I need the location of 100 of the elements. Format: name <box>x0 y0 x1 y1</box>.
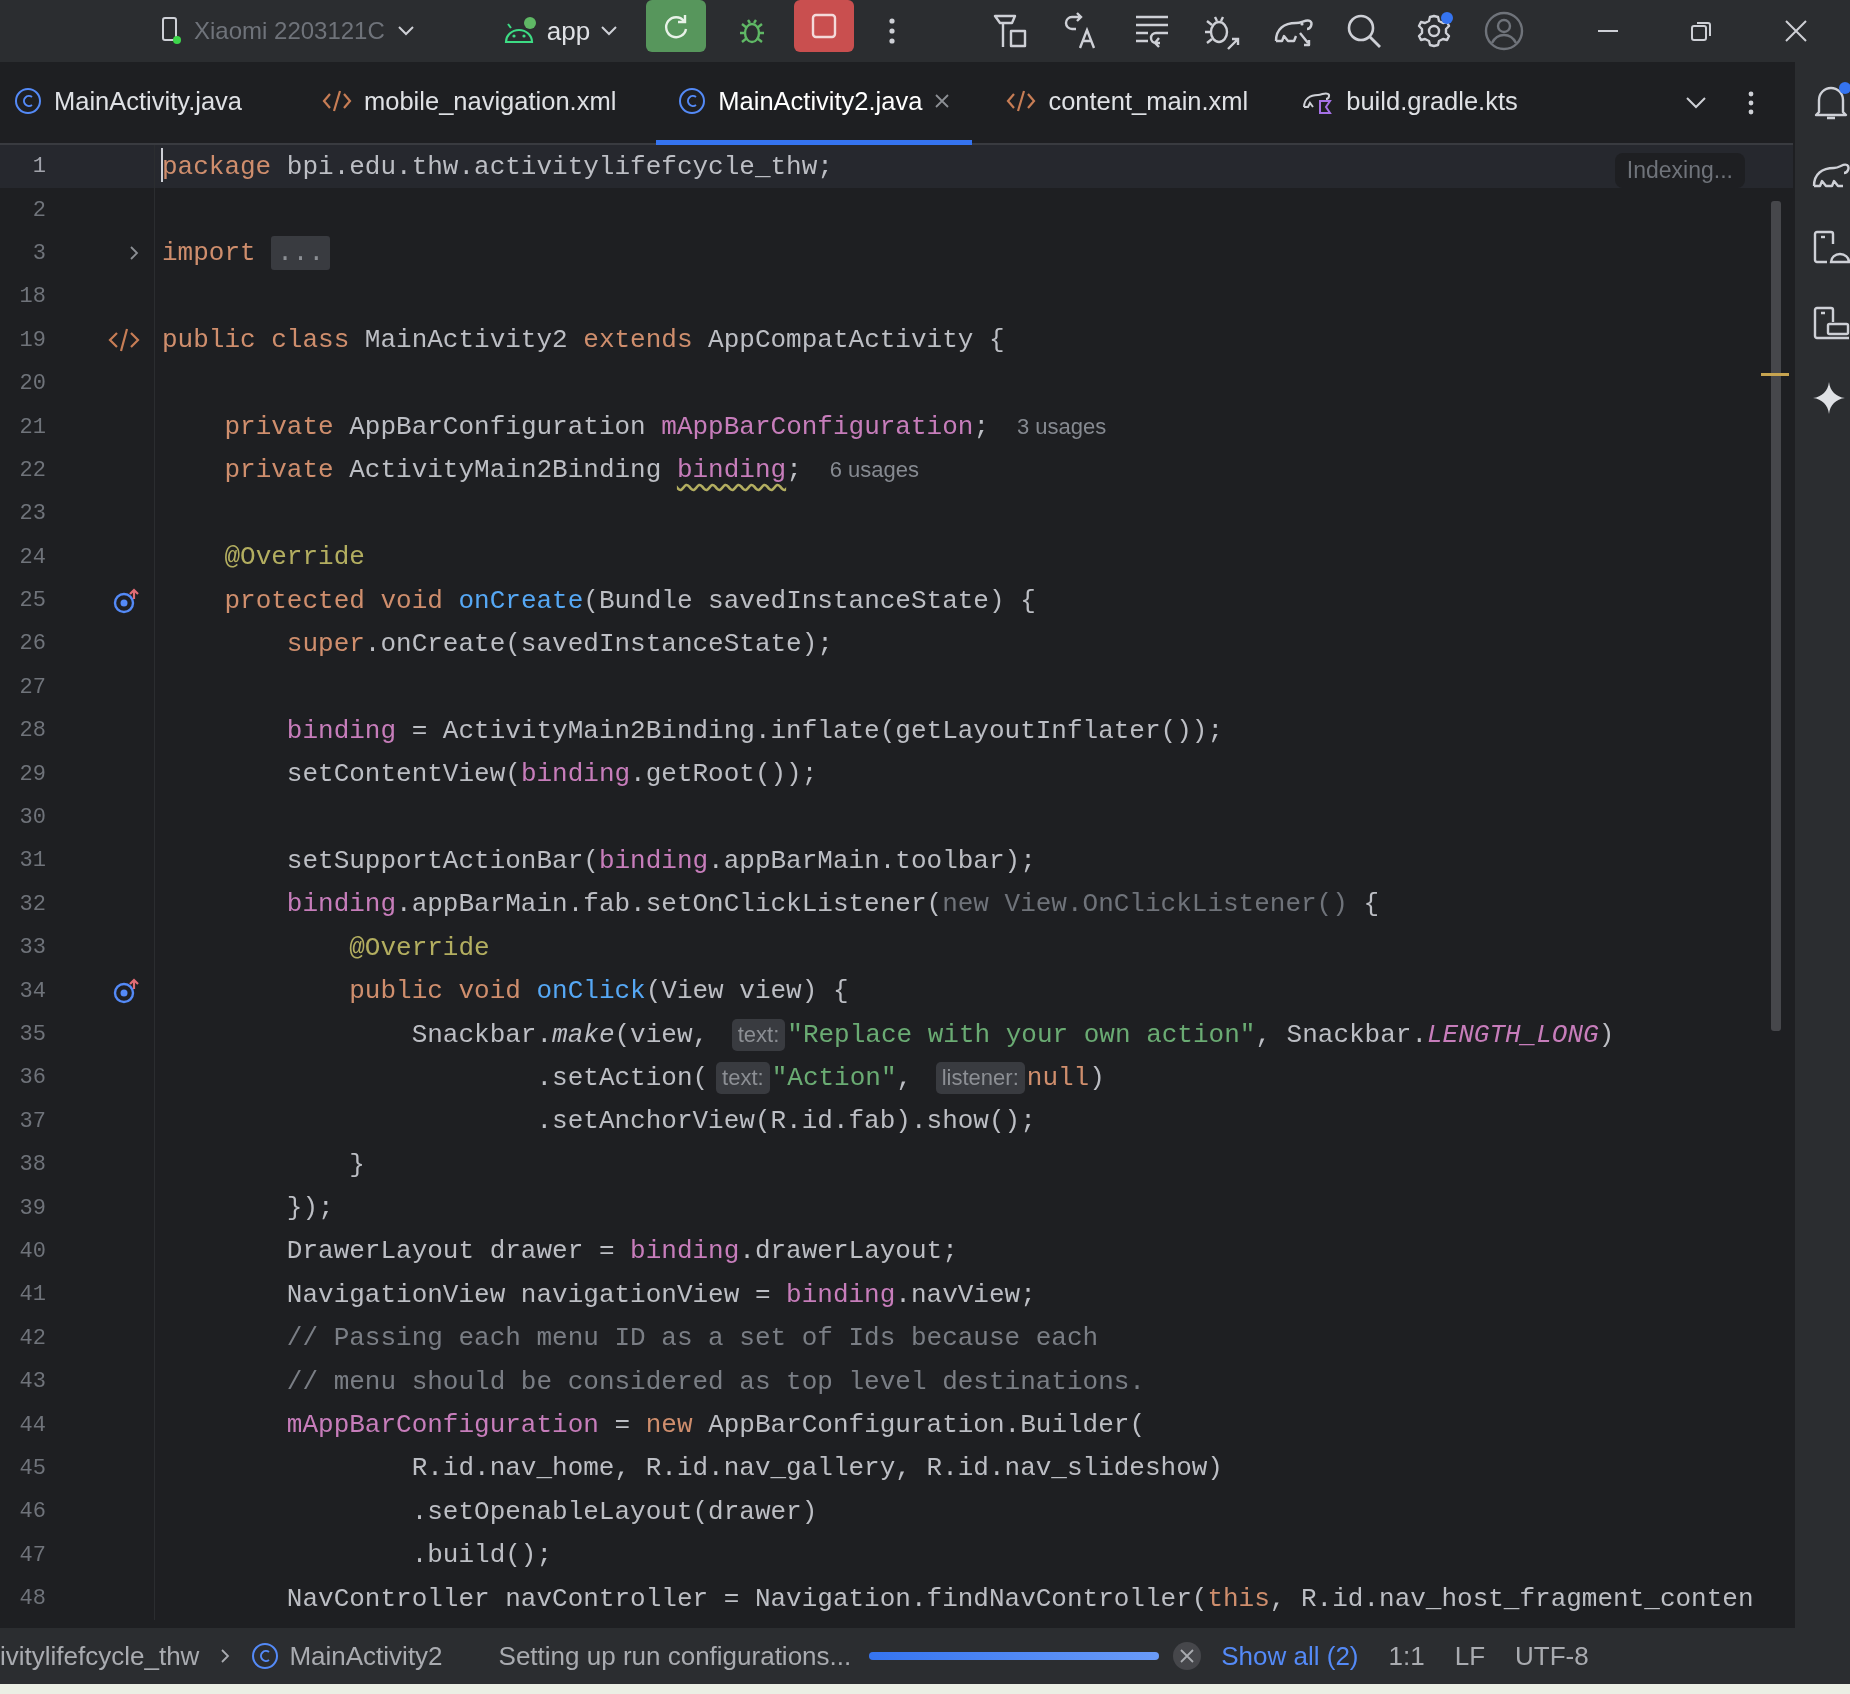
line-number: 28 <box>18 718 46 744</box>
line-number: 20 <box>18 371 46 397</box>
code-line: package bpi.edu.thw.activitylifefcycle_thw; <box>162 151 833 182</box>
code-line: private ActivityMain2Binding binding; <box>224 455 802 486</box>
scrollbar-thumb[interactable] <box>1771 201 1781 1031</box>
editor-tab[interactable]: MainActivity.java <box>0 62 282 145</box>
show-all-link[interactable]: Show all (2) <box>1221 1640 1359 1672</box>
line-number: 43 <box>18 1369 46 1395</box>
code-line: import <box>162 238 257 269</box>
stop-button[interactable] <box>794 0 855 52</box>
line-number: 35 <box>18 1022 46 1047</box>
text-cursor <box>161 147 163 182</box>
class-icon <box>14 87 42 115</box>
line-separator[interactable]: LF <box>1454 1640 1485 1672</box>
more-icon[interactable] <box>1747 89 1755 116</box>
line-number: 42 <box>18 1325 46 1351</box>
line-number: 34 <box>18 978 46 1004</box>
code-line: private AppBarConfiguration mAppBarConfiguration; <box>224 412 989 443</box>
line-number: 47 <box>18 1542 46 1568</box>
folded-code[interactable]: ... <box>271 236 331 271</box>
line-number: 2 <box>31 197 46 223</box>
code-line: NavController navController = Navigation.findNavController(this, R.id.nav_host_fragment_conten <box>286 1583 1754 1614</box>
code-line: mAppBarConfiguration = new AppBarConfiguration.Builder( <box>286 1410 1145 1440</box>
cancel-button[interactable] <box>1173 1642 1202 1670</box>
line-number: 26 <box>18 631 46 657</box>
override-icon[interactable] <box>112 977 140 1006</box>
usages-link[interactable]: 3 usages <box>1017 414 1107 441</box>
line-number: 31 <box>18 848 46 874</box>
code-line: .setAnchorView(R.id.fab).show(); <box>536 1106 1036 1137</box>
line-number: 29 <box>18 761 46 787</box>
chevron-down-icon[interactable] <box>1685 95 1707 110</box>
line-number: 32 <box>18 891 46 917</box>
indexing-label: Indexing... <box>1614 153 1745 188</box>
code-icon[interactable] <box>108 327 140 354</box>
line-number: 3 <box>31 240 46 266</box>
parameter-hint: text: <box>716 1061 770 1094</box>
code-line: setContentView(binding.getRoot()); <box>286 759 818 790</box>
code-line: null) <box>1026 1062 1105 1093</box>
code-line: // Passing each menu ID as a set of Ids because each <box>286 1323 1099 1354</box>
line-number: 39 <box>18 1195 46 1221</box>
code-line: setSupportActionBar(binding.appBarMain.toolbar); <box>286 845 1036 876</box>
run-configuration-selector[interactable]: app <box>546 15 591 47</box>
line-number: 40 <box>18 1238 46 1264</box>
code-icon <box>322 89 352 113</box>
minimize-icon[interactable] <box>1596 29 1621 33</box>
chevron-down-icon[interactable] <box>600 25 619 37</box>
phone-icon[interactable] <box>160 16 182 46</box>
editor-tab[interactable]: build.gradle.kts <box>1288 62 1558 145</box>
code-line: public void onClick(View view) { <box>349 976 849 1007</box>
line-number: 44 <box>18 1412 46 1438</box>
line-number: 18 <box>18 284 46 310</box>
code-line: } <box>349 1149 365 1180</box>
code-line: .setAction( <box>536 1062 709 1093</box>
class-icon <box>251 1642 280 1670</box>
code-line: public class MainActivity2 extends AppCompatActivity { <box>162 325 1005 356</box>
line-number: 45 <box>18 1455 46 1481</box>
stop-icon <box>810 12 839 40</box>
code-line: Snackbar.make(view, <box>411 1019 710 1050</box>
breadcrumb-item[interactable]: ivitylifefcycle_thw <box>0 1640 200 1672</box>
line-number: 19 <box>18 327 46 353</box>
line-number: 37 <box>18 1108 46 1134</box>
more-icon[interactable] <box>888 17 897 45</box>
line-number: 24 <box>18 544 46 570</box>
code-line: "Replace with your own action", Snackbar.LENGTH_LONG) <box>787 1019 1615 1050</box>
code-line: super.onCreate(savedInstanceState); <box>286 629 833 659</box>
editor-tab[interactable]: content_main.xml <box>992 62 1289 145</box>
code-line: binding = ActivityMain2Binding.inflate(getLayoutInflater()); <box>286 715 1223 746</box>
line-number: 25 <box>18 588 46 614</box>
line-number: 38 <box>18 1152 46 1178</box>
override-icon[interactable] <box>112 586 140 615</box>
line-number: 22 <box>18 457 46 483</box>
line-number: 41 <box>18 1282 46 1308</box>
code-line: binding.appBarMain.fab.setOnClickListener(new View.OnClickListener() { <box>286 889 1380 920</box>
avatar-icon[interactable] <box>1484 11 1525 51</box>
usages-link[interactable]: 6 usages <box>829 457 920 484</box>
code-line: }); <box>286 1193 334 1224</box>
code-line: // menu should be considered as top level destinations. <box>286 1366 1145 1397</box>
line-number: 30 <box>18 805 46 831</box>
code-line: NavigationView navigationView = binding.navView; <box>286 1279 1036 1310</box>
chevron-down-icon[interactable] <box>396 25 415 37</box>
warning-marker[interactable] <box>1761 373 1789 376</box>
code-icon <box>1006 89 1037 113</box>
code-line: @Override <box>224 542 365 573</box>
line-number: 46 <box>18 1499 46 1525</box>
rerun-button[interactable] <box>646 0 707 52</box>
cursor-position[interactable]: 1:1 <box>1388 1640 1425 1672</box>
parameter-hint: listener: <box>935 1061 1025 1094</box>
android-icon[interactable] <box>502 16 537 46</box>
code-line: DrawerLayout drawer = binding.drawerLayout; <box>286 1236 958 1267</box>
code-line: protected void onCreate(Bundle savedInstanceState) { <box>224 585 1036 616</box>
task-label: Setting up run configurations... <box>498 1640 852 1672</box>
code-line: .build(); <box>411 1540 553 1571</box>
file-encoding[interactable]: UTF-8 <box>1515 1640 1589 1672</box>
close-icon[interactable] <box>934 93 951 109</box>
editor-tab[interactable]: mobile_navigation.xml <box>282 62 657 145</box>
close-icon <box>1180 1649 1195 1663</box>
line-number: 21 <box>18 414 46 440</box>
breadcrumb-item[interactable]: MainActivity2 <box>289 1640 443 1672</box>
line-number: 36 <box>18 1065 46 1091</box>
close-icon[interactable] <box>1784 19 1809 43</box>
